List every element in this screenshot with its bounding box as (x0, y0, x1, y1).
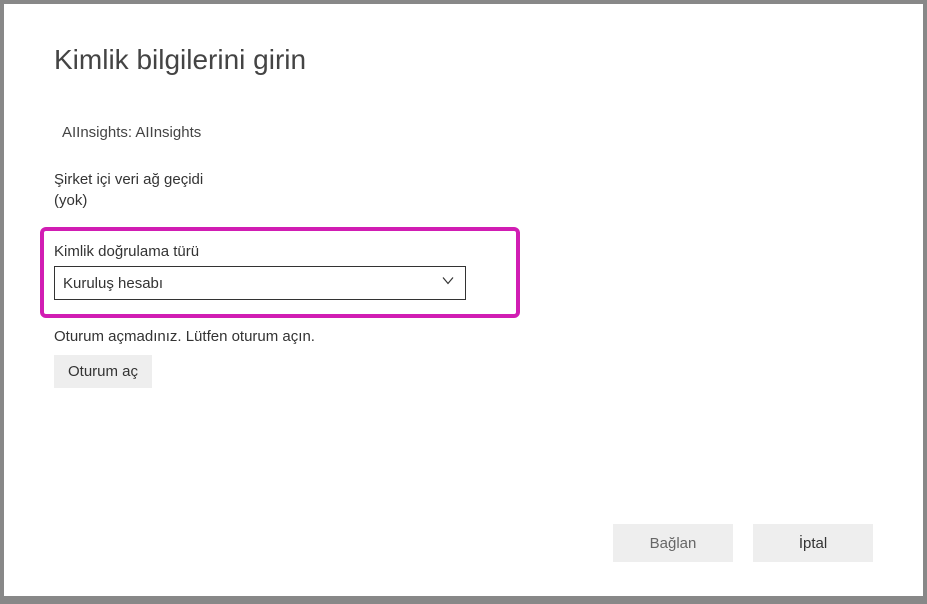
signin-button[interactable]: Oturum aç (54, 355, 152, 388)
connect-button[interactable]: Bağlan (613, 524, 733, 562)
dialog-footer: Bağlan İptal (613, 524, 873, 562)
auth-type-highlight: Kimlik doğrulama türü Kuruluş hesabı (40, 227, 520, 318)
gateway-label: Şirket içi veri ağ geçidi (54, 171, 873, 188)
signin-status: Oturum açmadınız. Lütfen oturum açın. (54, 328, 873, 345)
dialog-title: Kimlik bilgilerini girin (54, 44, 873, 76)
auth-type-select-wrapper: Kuruluş hesabı (54, 266, 466, 300)
datasource-info: AIInsights: AIInsights (54, 124, 873, 141)
gateway-value: (yok) (54, 192, 873, 209)
cancel-button[interactable]: İptal (753, 524, 873, 562)
auth-type-select[interactable]: Kuruluş hesabı (54, 266, 466, 300)
credentials-dialog: Kimlik bilgilerini girin AIInsights: AII… (4, 4, 923, 596)
auth-type-label: Kimlik doğrulama türü (54, 243, 506, 260)
auth-type-selected-value: Kuruluş hesabı (63, 275, 163, 292)
